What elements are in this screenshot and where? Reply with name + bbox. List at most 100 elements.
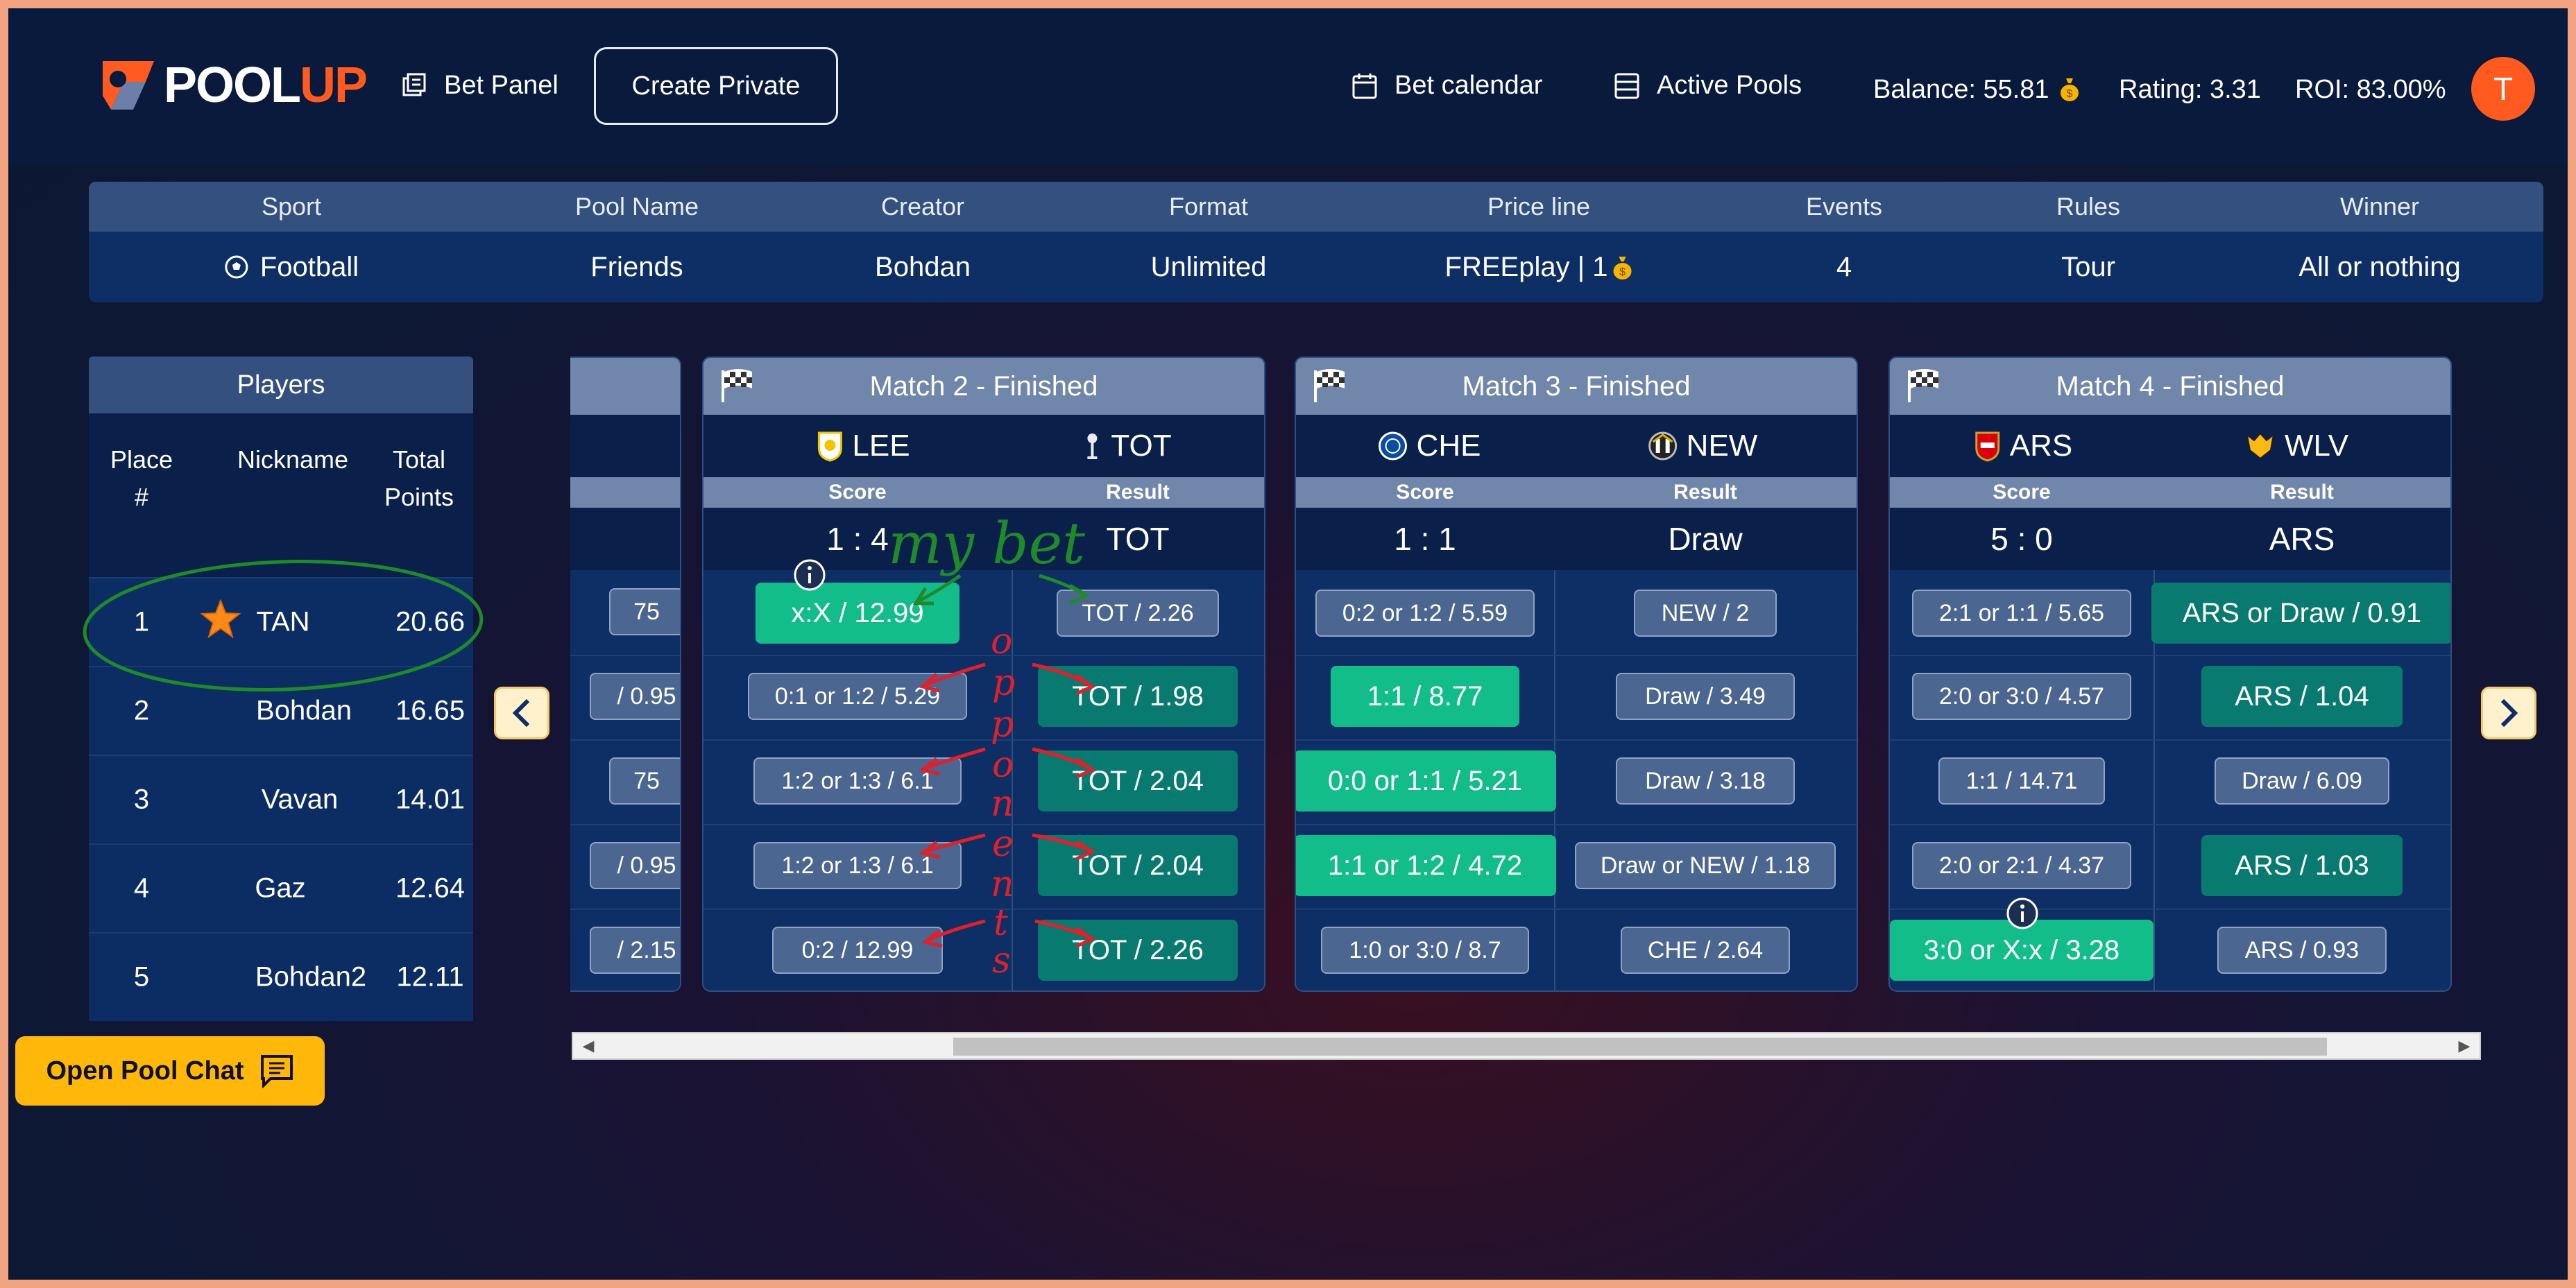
score-bet[interactable]: 1:1 / 14.71: [1938, 757, 2105, 805]
info-creator: Bohdan: [875, 251, 971, 282]
row-divider: [1296, 655, 1857, 656]
result-bet[interactable]: TOT / 2.26: [1038, 920, 1238, 981]
match-bets: 0:2 or 1:2 / 5.59 1:1 / 8.77 0:0 or 1:1 …: [1296, 570, 1857, 990]
score-bet[interactable]: 1:1 or 1:2 / 4.72: [1296, 835, 1556, 896]
info-events: 4: [1836, 251, 1852, 282]
player-row[interactable]: 3 Vavan 14.01: [89, 755, 473, 843]
match-subheader: Score Result: [1890, 477, 2450, 508]
score-bet[interactable]: 1:2 or 1:3 / 6.1: [753, 842, 962, 889]
result-bet[interactable]: Draw / 6.09: [2215, 757, 2389, 805]
scroll-left-icon[interactable]: ◀: [576, 1033, 601, 1058]
match-1-title: [570, 358, 680, 415]
player-points: 20.66: [395, 606, 466, 637]
checkered-flag-icon: [722, 369, 752, 402]
result-bet[interactable]: Draw or NEW / 1.18: [1575, 842, 1836, 889]
final-result: Draw: [1668, 521, 1743, 557]
active-pools-link[interactable]: Active Pools: [1614, 71, 1802, 101]
carousel-prev-button[interactable]: [494, 687, 549, 739]
score-bet[interactable]: 0:0 or 1:1 / 5.21: [1296, 750, 1556, 812]
football-icon: [225, 255, 248, 279]
row-divider: [1296, 909, 1857, 910]
result-bet[interactable]: TOT / 2.26: [1057, 590, 1219, 637]
info-header-rules: Rules: [2056, 192, 2121, 221]
info-header-sport: Sport: [261, 192, 322, 221]
logo-icon: [97, 54, 160, 117]
coin-bag-icon: $: [2061, 78, 2079, 101]
players-table: Players Place # Nickname Total Points 1 TA…: [89, 357, 473, 1024]
player-points: 12.11: [396, 961, 464, 993]
bet-chip[interactable]: / 2.15: [590, 927, 680, 974]
player-nickname: Gaz: [255, 873, 306, 904]
carousel-next-button[interactable]: [2481, 687, 2536, 739]
bet-chip[interactable]: 75: [609, 588, 680, 635]
player-row[interactable]: 1 TAN 20.66: [89, 577, 473, 666]
score-bet[interactable]: 0:2 / 12.99: [772, 927, 943, 974]
score-bet[interactable]: 2:1 or 1:1 / 5.65: [1912, 590, 2131, 637]
info-winner: All or nothing: [2298, 251, 2461, 282]
result-label: Result: [1673, 481, 1737, 504]
player-place: 5: [133, 961, 150, 993]
result-bet[interactable]: CHE / 2.64: [1621, 927, 1790, 974]
result-bet[interactable]: TOT / 2.04: [1038, 750, 1238, 812]
players-header: Place # Nickname Total Points: [89, 413, 473, 577]
result-bet[interactable]: ARS or Draw / 0.91: [2151, 583, 2450, 644]
bet-chip[interactable]: / 0.95: [590, 673, 680, 720]
result-bet[interactable]: TOT / 1.98: [1038, 666, 1238, 727]
row-divider: [703, 655, 1264, 656]
column-divider: [1012, 570, 1013, 990]
match-card-1-inner: 75 / 0.95 75 / 0.95 / 2.15: [570, 357, 681, 992]
scroll-thumb[interactable]: [953, 1038, 2327, 1056]
poolup-logo[interactable]: POOLUP: [97, 54, 368, 117]
row-divider: [570, 909, 680, 910]
score-bet[interactable]: 1:2 or 1:3 / 6.1: [753, 757, 962, 805]
bet-panel-link[interactable]: Bet Panel: [401, 71, 558, 101]
row-divider: [1296, 824, 1857, 825]
result-bet[interactable]: Draw / 3.49: [1616, 673, 1795, 720]
bet-chip[interactable]: / 0.95: [590, 842, 680, 889]
player-nickname: Vavan: [261, 784, 339, 815]
score-bet[interactable]: 0:1 or 1:2 / 5.29: [748, 673, 967, 720]
score-bet[interactable]: 2:0 or 3:0 / 4.57: [1912, 673, 2131, 720]
score-bet[interactable]: 2:0 or 2:1 / 4.37: [1912, 842, 2131, 889]
chevron-left-icon: [512, 698, 530, 728]
create-private-button[interactable]: Create Private: [594, 47, 838, 125]
player-row[interactable]: 4 Gaz 12.64: [89, 843, 473, 932]
chevron-right-icon: [2500, 698, 2518, 728]
open-pool-chat-button[interactable]: Open Pool Chat: [15, 1036, 325, 1106]
score-bet[interactable]: 0:2 or 1:2 / 5.59: [1315, 590, 1535, 637]
bet-calendar-link[interactable]: Bet calendar: [1351, 71, 1542, 101]
player-place: 4: [133, 873, 150, 904]
home-team: ARS: [1974, 429, 2072, 463]
result-bet[interactable]: NEW / 2: [1634, 590, 1777, 637]
match-title: Match 4 - Finished: [1890, 358, 2450, 415]
wolves-crest-icon: [2246, 432, 2275, 460]
final-score: 1 : 1: [1394, 521, 1456, 557]
player-row[interactable]: 5 Bohdan2 12.11: [89, 932, 473, 1021]
row-divider: [1890, 655, 2450, 656]
list-icon: [1614, 73, 1639, 98]
scroll-right-icon[interactable]: ▶: [2452, 1033, 2477, 1058]
result-bet[interactable]: ARS / 1.04: [2201, 666, 2403, 727]
player-nickname: Bohdan: [256, 695, 352, 726]
score-bet[interactable]: x:X / 12.99: [756, 583, 959, 644]
result-bet[interactable]: Draw / 3.18: [1616, 757, 1795, 805]
info-icon[interactable]: [2005, 896, 2040, 931]
pool-info-bar: Sport Pool Name Creator Format Price lin…: [89, 182, 2543, 302]
top-header: POOLUP Bet Panel Create Private Bet cale…: [8, 8, 2568, 165]
score-bet[interactable]: 1:1 / 8.77: [1331, 666, 1519, 727]
info-format: Unlimited: [1150, 251, 1267, 282]
info-header-format: Format: [1168, 192, 1249, 221]
bet-chip[interactable]: 75: [609, 757, 680, 805]
match-teams: ARS WLV: [1890, 415, 2450, 477]
result-bet[interactable]: ARS / 1.03: [2201, 835, 2403, 896]
info-icon[interactable]: [792, 558, 827, 592]
horizontal-scrollbar[interactable]: ◀ ▶: [572, 1032, 2481, 1060]
rating-display: Rating: 3.31: [2119, 75, 2261, 104]
active-pools-label: Active Pools: [1657, 71, 1802, 100]
result-bet[interactable]: ARS / 0.93: [2217, 927, 2387, 974]
player-row[interactable]: 2 Bohdan 16.65: [89, 666, 473, 755]
star-icon: [200, 599, 241, 645]
result-bet[interactable]: TOT / 2.04: [1038, 835, 1238, 896]
user-avatar[interactable]: T: [2471, 57, 2535, 121]
score-bet[interactable]: 1:0 or 3:0 / 8.7: [1321, 927, 1529, 974]
